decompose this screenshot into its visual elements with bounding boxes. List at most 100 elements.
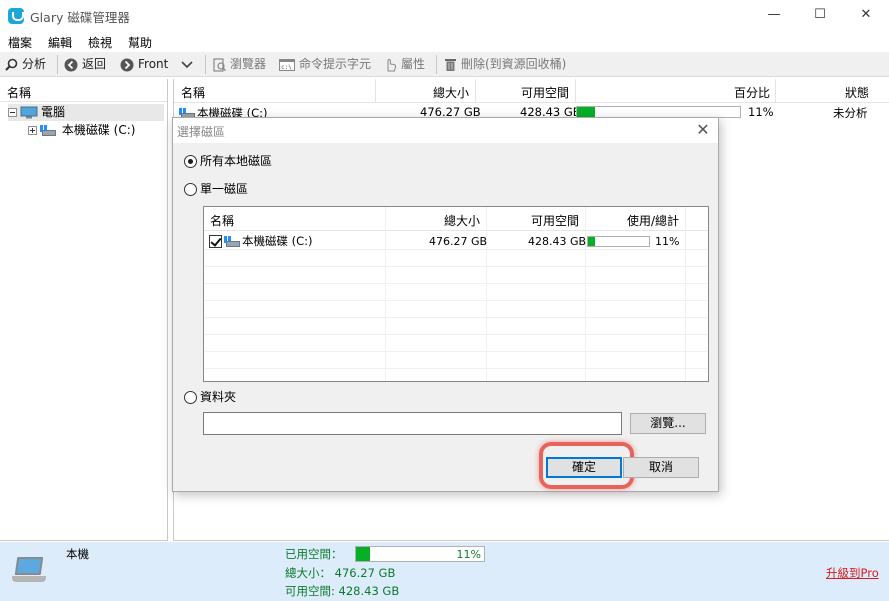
menu-view[interactable]: 檢視 [88, 34, 112, 51]
svg-text:c:\: c:\ [281, 64, 292, 71]
window-title: Glary 磁碟管理器 [30, 10, 130, 25]
hand-pointer-icon [387, 58, 397, 72]
forward-arrow-icon [120, 58, 134, 71]
menu-help[interactable]: 幫助 [128, 34, 152, 51]
used-space-label: 已用空間： [285, 547, 343, 561]
expand-icon[interactable] [28, 126, 37, 135]
forward-label: Front [138, 57, 169, 71]
single-drive-option[interactable]: 單一磁區 [184, 181, 248, 197]
menu-bar: 檔案 編輯 檢視 幫助 [0, 32, 889, 52]
folder-option[interactable]: 資料夾 [184, 389, 236, 405]
menu-file[interactable]: 檔案 [8, 34, 32, 51]
upgrade-link[interactable]: 升級到Pro [826, 565, 879, 581]
radio-all-drives[interactable] [184, 155, 197, 168]
tree-item-computer[interactable]: 電腦 [8, 104, 164, 121]
browser-icon [213, 57, 226, 72]
laptop-icon [12, 557, 46, 585]
col-total[interactable]: 總大小 [433, 84, 469, 100]
app-logo-icon [8, 8, 24, 24]
menu-edit[interactable]: 編輯 [48, 34, 72, 51]
browser-label: 瀏覽器 [230, 57, 267, 71]
cmd-label: 命令提示字元 [299, 57, 372, 71]
single-drive-label: 單一磁區 [200, 182, 249, 196]
column-divider [475, 79, 476, 103]
properties-button[interactable]: 屬性 [384, 56, 425, 74]
grid-line [204, 317, 708, 318]
col-free[interactable]: 可用空間 [521, 84, 569, 100]
cmd-button[interactable]: c:\ 命令提示字元 [279, 56, 371, 74]
all-drives-option[interactable]: 所有本地磁區 [184, 153, 272, 169]
delete-label: 刪除(到資源回收桶) [461, 57, 567, 71]
grid-line [204, 368, 708, 369]
drive-list-header: 名稱 總大小 可用空間 使用/總計 [204, 207, 708, 231]
status-bar: 本機 已用空間： 11% 總大小： 476.27 GB 可用空間: 428.43… [0, 542, 889, 601]
col-percent[interactable]: 百分比 [734, 84, 770, 100]
col-status[interactable]: 狀態 [845, 84, 869, 100]
select-drive-dialog: 選擇磁區 ✕ 所有本地磁區 單一磁區 名稱 總大小 可用空間 使用/總計 本機磁… [172, 117, 719, 492]
dl-col-total[interactable]: 總大小 [444, 212, 480, 229]
column-divider [575, 79, 576, 103]
toolbar-separator [57, 55, 58, 74]
column-divider [375, 79, 376, 103]
status-cell: 未分析 [833, 106, 868, 120]
title-bar: Glary 磁碟管理器 — ☐ ✕ [0, 0, 889, 32]
percent-cell: 11% [748, 105, 774, 119]
drive-item-label: 本機磁碟 (C:) [242, 234, 313, 248]
drive-icon [224, 236, 240, 247]
dialog-close-icon[interactable]: ✕ [693, 120, 713, 140]
tree-header[interactable]: 名稱 [0, 79, 167, 102]
grid-line [204, 283, 708, 284]
list-header: 名稱 總大小 可用空間 百分比 狀態 [174, 79, 889, 103]
radio-folder[interactable] [184, 391, 197, 404]
back-arrow-icon [64, 58, 78, 71]
back-label: 返回 [82, 57, 107, 71]
folder-tree-pane: 名稱 電腦 本機磁碟 (C:) [0, 79, 168, 541]
status-percent-text: 11% [456, 548, 481, 561]
status-progress-fill [356, 547, 371, 561]
tree-item-drive-c[interactable]: 本機磁碟 (C:) [28, 122, 135, 139]
ok-button[interactable]: 確定 [546, 457, 622, 478]
terminal-icon: c:\ [279, 58, 295, 71]
dl-col-usage[interactable]: 使用/總計 [627, 212, 679, 229]
dl-usage-progress-fill [588, 237, 595, 246]
delete-button[interactable]: 刪除(到資源回收桶) [444, 56, 566, 74]
dl-usage-progress-bar [587, 236, 650, 247]
folder-label: 資料夾 [200, 390, 237, 404]
radio-single-drive[interactable] [184, 183, 197, 196]
maximize-button[interactable]: ☐ [797, 0, 843, 30]
dl-total-cell: 476.27 GB [429, 235, 488, 248]
collapse-icon[interactable] [8, 108, 17, 117]
forward-button[interactable]: Front [120, 56, 168, 74]
cancel-button[interactable]: 取消 [623, 457, 699, 478]
minimize-button[interactable]: — [751, 0, 797, 30]
col-name[interactable]: 名稱 [181, 84, 205, 100]
grid-line [204, 249, 708, 250]
close-button[interactable]: ✕ [843, 0, 889, 30]
toolbar-separator [436, 55, 437, 74]
grid-line [204, 334, 708, 335]
all-drives-label: 所有本地磁區 [200, 154, 273, 168]
drive-select-list: 名稱 總大小 可用空間 使用/總計 本機磁碟 (C:) 476.27 GB 42… [203, 206, 709, 382]
chevron-down-icon[interactable] [181, 60, 193, 69]
folder-path-input[interactable] [203, 412, 622, 435]
dialog-title-bar: 選擇磁區 ✕ [173, 118, 718, 143]
drive-item: 本機磁碟 (C:) [209, 233, 313, 249]
toolbar: 分析 返回 Front 瀏覽器 c:\ 命令提示字元 屬性 刪除(到資源回收桶) [0, 52, 889, 77]
back-button[interactable]: 返回 [64, 56, 106, 74]
browse-button[interactable]: 瀏覽... [630, 413, 706, 434]
tree-item-label: 本機磁碟 (C:) [61, 123, 136, 137]
properties-label: 屬性 [401, 57, 426, 71]
dl-col-name[interactable]: 名稱 [210, 212, 234, 229]
grid-line [204, 300, 708, 301]
column-divider [775, 79, 776, 103]
drive-icon [40, 125, 56, 136]
trash-icon [445, 59, 456, 71]
browser-button[interactable]: 瀏覽器 [213, 56, 266, 74]
drive-checkbox[interactable] [209, 235, 222, 248]
status-progress-bar: 11% [355, 546, 485, 562]
toolbar-separator [205, 55, 206, 74]
dl-col-free[interactable]: 可用空間 [531, 212, 579, 229]
grid-line [204, 351, 708, 352]
analyze-button[interactable]: 分析 [5, 56, 46, 74]
list-item[interactable]: 本機磁碟 (C:) 476.27 GB 428.43 GB 11% [204, 231, 708, 249]
